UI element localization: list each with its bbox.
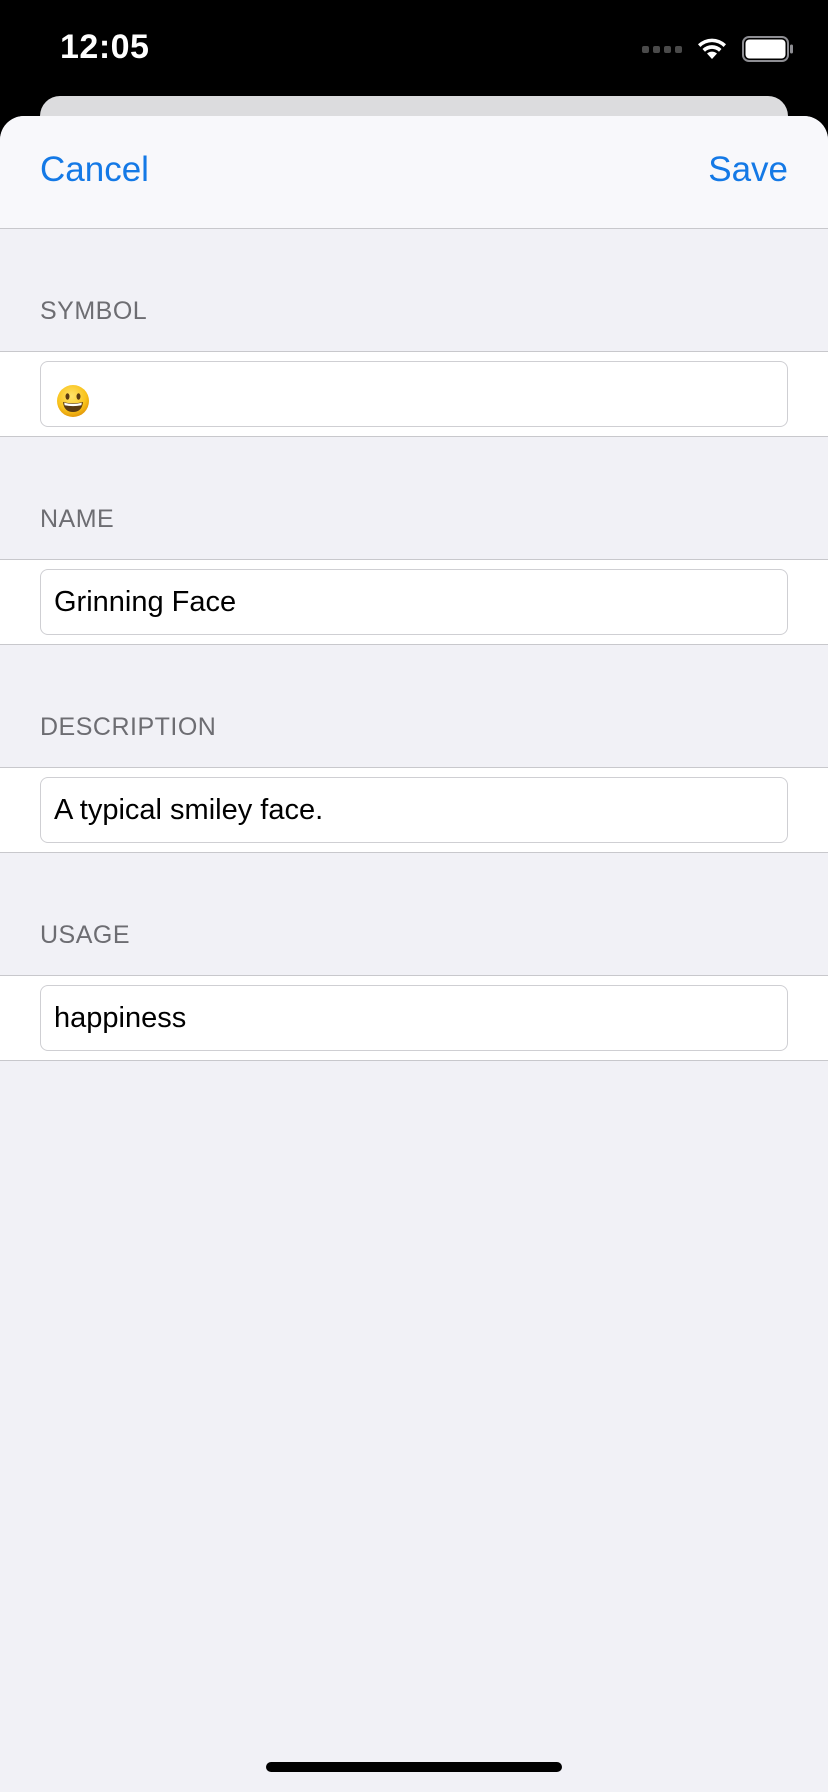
home-indicator[interactable]: [266, 1762, 562, 1772]
battery-icon: [742, 36, 793, 62]
status-bar: 12:05: [0, 0, 828, 96]
usage-row: happiness: [0, 975, 828, 1061]
name-section-header: NAME: [40, 505, 115, 533]
usage-section-header: USAGE: [40, 921, 131, 949]
description-row: A typical smiley face.: [0, 767, 828, 853]
cellular-signal-icon: [642, 45, 682, 53]
modal-sheet: Cancel Save SYMBOL NAME Grinning Face DE…: [0, 116, 828, 1792]
usage-field[interactable]: happiness: [40, 985, 788, 1051]
description-section-header: DESCRIPTION: [40, 713, 217, 741]
name-field[interactable]: Grinning Face: [40, 569, 788, 635]
wifi-icon: [698, 38, 726, 59]
status-icons: [642, 36, 794, 62]
cancel-button[interactable]: Cancel: [40, 150, 149, 190]
name-row: Grinning Face: [0, 559, 828, 645]
description-field[interactable]: A typical smiley face.: [40, 777, 788, 843]
symbol-section-header: SYMBOL: [40, 297, 148, 325]
symbol-field[interactable]: [40, 361, 788, 427]
grinning-face-icon: [56, 377, 90, 441]
navigation-bar: Cancel Save: [0, 116, 828, 229]
symbol-row: [0, 351, 828, 437]
screen: 12:05 Cancel Save SYMBOL NAME Grinning F…: [0, 0, 828, 1792]
save-button[interactable]: Save: [708, 150, 788, 190]
status-time: 12:05: [60, 28, 150, 66]
